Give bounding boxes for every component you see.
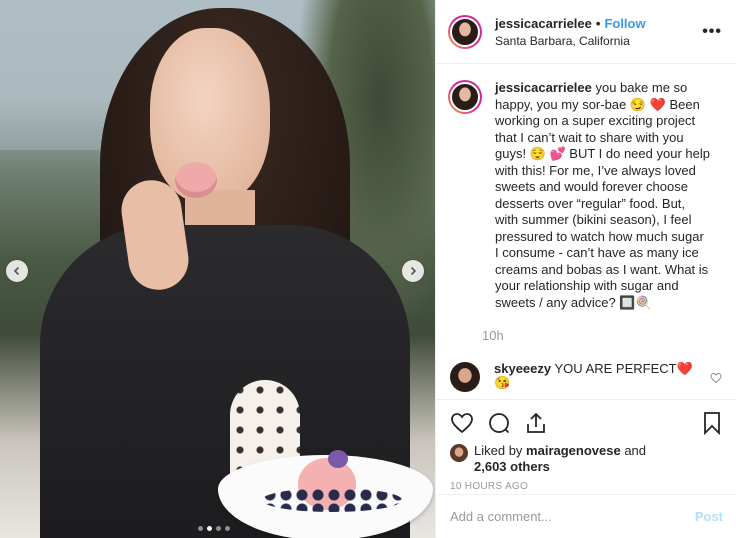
follow-button[interactable]: Follow	[604, 16, 645, 31]
comment-icon[interactable]	[487, 411, 511, 435]
carousel-dot	[198, 526, 203, 531]
action-bar	[436, 399, 736, 445]
post-caption: jessicacarrielee you bake me so happy, y…	[436, 64, 736, 354]
post-photo[interactable]	[0, 0, 435, 538]
likes-summary: Liked by mairagenovese and 2,603 others	[436, 443, 736, 475]
caption-text-block: jessicacarrielee you bake me so happy, y…	[495, 80, 711, 311]
commenter-username[interactable]: skyeeezy	[494, 361, 551, 376]
caption-text: you bake me so happy, you my sor-bae 😏 ❤…	[495, 80, 710, 310]
post-timestamp[interactable]: 10 HOURS AGO	[436, 481, 736, 492]
add-comment-bar: Post	[436, 494, 736, 538]
likes-middle: and	[620, 443, 647, 458]
post-comment-button[interactable]: Post	[695, 509, 723, 524]
liker-avatar[interactable]	[450, 444, 468, 462]
chevron-right-icon	[410, 266, 417, 276]
post-header: jessicacarrielee • Follow Santa Barbara,…	[436, 0, 736, 64]
post-side-panel: jessicacarrielee • Follow Santa Barbara,…	[435, 0, 736, 538]
likes-prefix: Liked by	[474, 443, 527, 458]
bookmark-icon[interactable]	[700, 411, 724, 435]
carousel-dot	[207, 526, 212, 531]
photo-flower	[328, 450, 348, 468]
likes-count-link[interactable]: 2,603 others	[474, 459, 550, 474]
carousel-indicator	[198, 526, 230, 531]
photo-berries	[262, 488, 402, 512]
carousel-dot	[225, 526, 230, 531]
caption-time: 10h	[482, 328, 504, 343]
caption-username[interactable]: jessicacarrielee	[495, 80, 592, 95]
more-icon[interactable]: •••	[702, 23, 722, 41]
author-avatar[interactable]	[448, 14, 482, 49]
comment-input[interactable]	[450, 509, 695, 524]
comment-row: skyeeezy YOU ARE PERFECT❤️ 😘	[436, 354, 736, 392]
liker-username[interactable]: mairagenovese	[526, 443, 621, 458]
carousel-next-button[interactable]	[402, 260, 424, 282]
heart-icon[interactable]	[450, 411, 474, 435]
carousel-dot	[216, 526, 221, 531]
comment-like-heart-icon[interactable]	[710, 372, 722, 384]
author-username[interactable]: jessicacarrielee	[495, 16, 592, 31]
post-location[interactable]: Santa Barbara, California	[495, 34, 702, 48]
share-icon[interactable]	[524, 411, 548, 435]
caption-avatar[interactable]	[448, 80, 482, 114]
comment-text-block: skyeeezy YOU ARE PERFECT❤️ 😘	[494, 362, 710, 390]
photo-macaron	[175, 162, 217, 198]
bullet-separator: •	[595, 15, 601, 31]
commenter-avatar[interactable]	[450, 362, 480, 392]
carousel-prev-button[interactable]	[6, 260, 28, 282]
chevron-left-icon	[13, 266, 20, 276]
